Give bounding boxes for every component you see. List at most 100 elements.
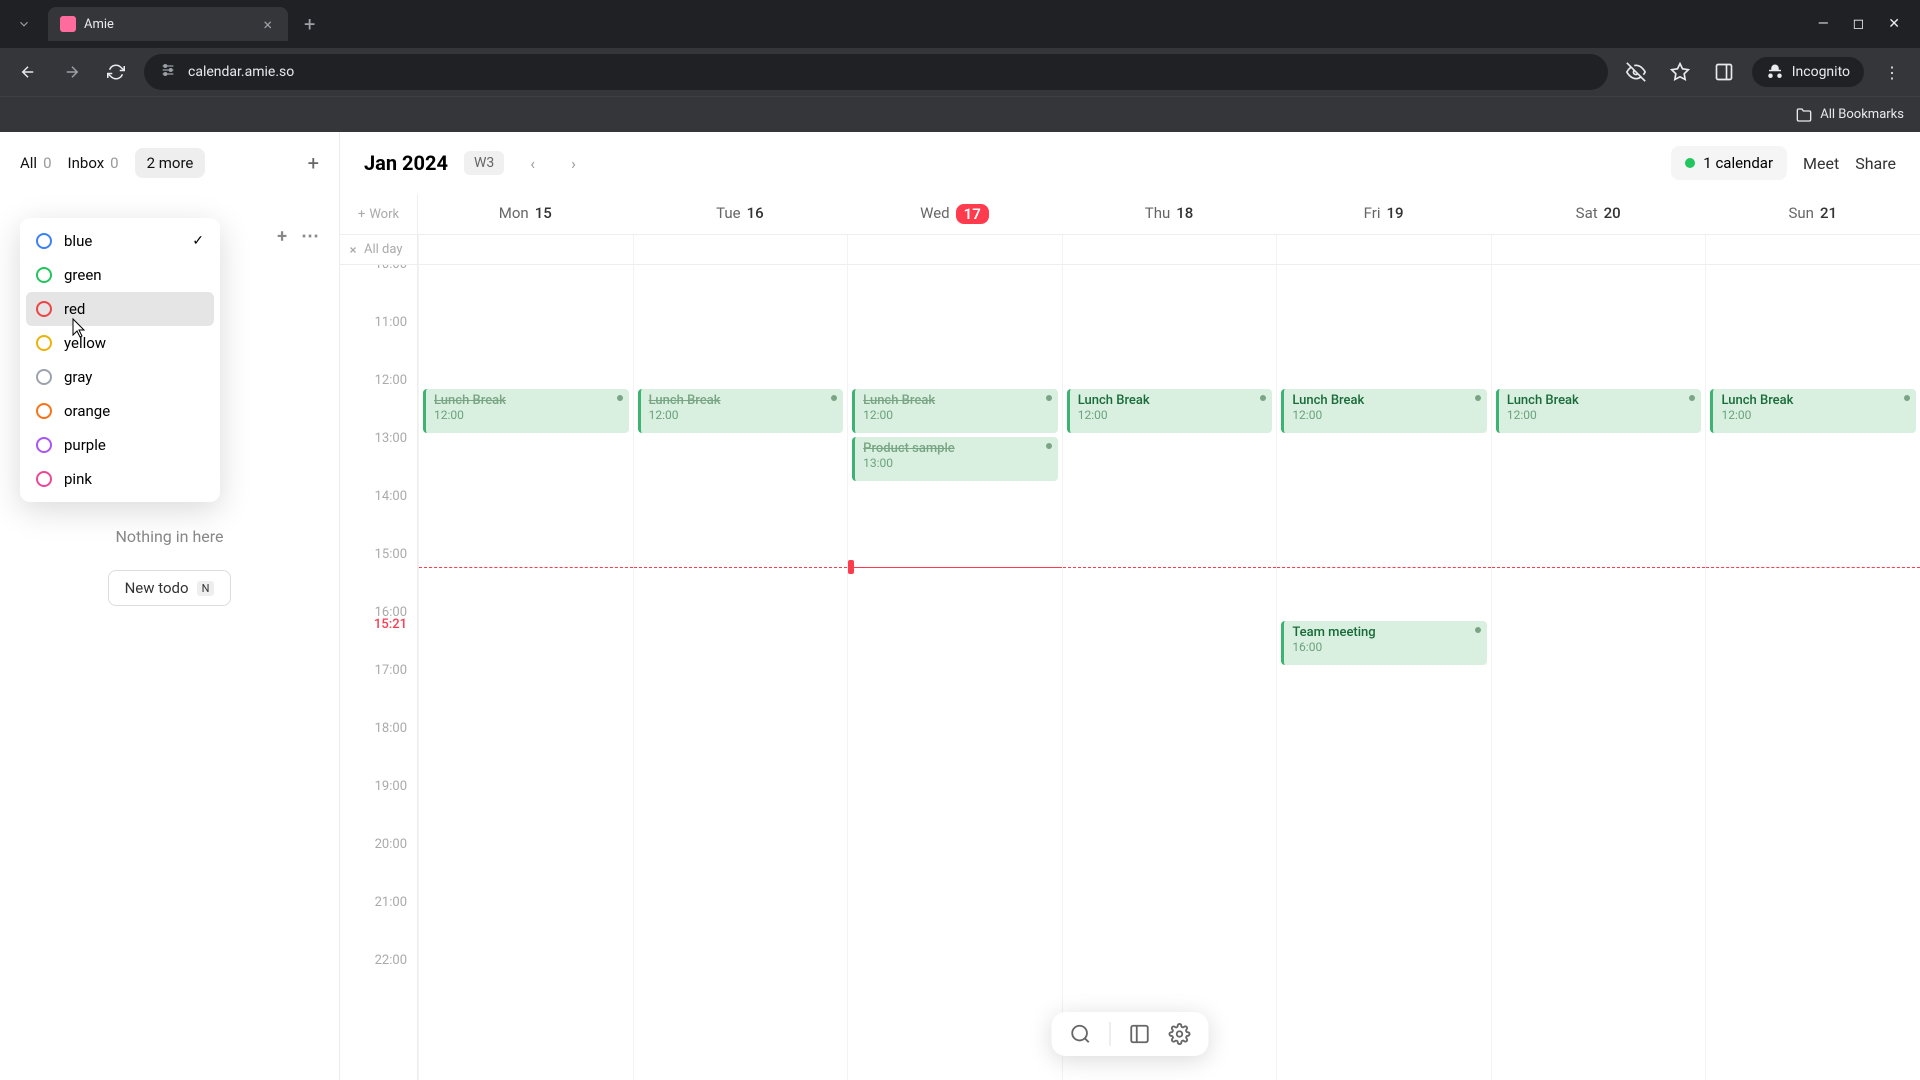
event-time: 12:00 [1078, 408, 1265, 422]
close-tab-icon[interactable]: × [259, 15, 276, 34]
sidebar-tab-more[interactable]: 2 more [135, 148, 206, 178]
allday-cell[interactable] [847, 235, 1062, 264]
event-dot-icon [1475, 627, 1481, 633]
event-dot-icon [1260, 395, 1266, 401]
color-option-pink[interactable]: pink [26, 462, 214, 496]
event-title: Lunch Break [1292, 393, 1479, 408]
day-header[interactable]: Tue16 [633, 194, 848, 234]
allday-cell[interactable] [1062, 235, 1277, 264]
address-bar[interactable]: calendar.amie.so [144, 54, 1608, 90]
time-label: 16:00 [340, 605, 417, 663]
close-allday-icon [348, 245, 358, 255]
bookmark-star-icon[interactable] [1664, 56, 1696, 88]
settings-icon[interactable] [1169, 1023, 1191, 1045]
color-swatch-icon [36, 335, 52, 351]
calendar-event[interactable]: Lunch Break12:00 [423, 389, 629, 433]
allday-cell[interactable] [418, 235, 633, 264]
calendar-event[interactable]: Product sample13:00 [852, 437, 1058, 481]
color-option-green[interactable]: green [26, 258, 214, 292]
day-header[interactable]: Sat20 [1491, 194, 1706, 234]
add-todo-icon[interactable]: + [277, 226, 287, 247]
day-column[interactable]: Lunch Break12:00 [418, 265, 633, 1080]
next-week-button[interactable]: › [561, 150, 586, 177]
day-header[interactable]: Sun21 [1705, 194, 1920, 234]
color-option-orange[interactable]: orange [26, 394, 214, 428]
toggle-sidebar-icon[interactable] [1129, 1023, 1151, 1045]
site-settings-icon[interactable] [160, 62, 176, 82]
allday-cell[interactable] [1491, 235, 1706, 264]
day-column[interactable]: Lunch Break12:00 [1062, 265, 1277, 1080]
all-bookmarks-link[interactable]: All Bookmarks [1796, 107, 1904, 123]
calendar-selector[interactable]: 1 calendar [1671, 146, 1787, 180]
back-button[interactable] [12, 56, 44, 88]
color-swatch-icon [36, 437, 52, 453]
day-column[interactable]: Lunch Break12:00 [1705, 265, 1920, 1080]
incognito-badge[interactable]: Incognito [1752, 57, 1864, 87]
day-header[interactable]: Mon15 [418, 194, 633, 234]
tab-search-dropdown[interactable] [8, 8, 40, 40]
menu-icon[interactable]: ⋮ [1876, 56, 1908, 88]
time-label: 20:00 [340, 837, 417, 895]
calendar-event[interactable]: Lunch Break12:00 [638, 389, 844, 433]
calendar-event[interactable]: Lunch Break12:00 [1496, 389, 1702, 433]
calendar-main: Jan 2024 W3 ‹ › 1 calendar Meet Share +W… [340, 132, 1920, 1080]
month-label: Jan 2024 [364, 151, 448, 175]
day-column[interactable]: Lunch Break12:00Product sample13:00 [847, 265, 1062, 1080]
sidebar-tab-all[interactable]: All 0 [20, 154, 52, 172]
side-panel-icon[interactable] [1708, 56, 1740, 88]
color-swatch-icon [36, 369, 52, 385]
eye-off-icon[interactable] [1620, 56, 1652, 88]
time-label: 11:00 [340, 315, 417, 373]
color-option-red[interactable]: red [26, 292, 214, 326]
browser-tab[interactable]: Amie × [48, 7, 288, 41]
reload-button[interactable] [100, 56, 132, 88]
event-time: 12:00 [1292, 408, 1479, 422]
day-header[interactable]: Wed17 [847, 194, 1062, 234]
minimize-window-icon[interactable]: — [1818, 16, 1829, 32]
calendar-event[interactable]: Lunch Break12:00 [1067, 389, 1273, 433]
list-menu-icon[interactable]: ⋯ [301, 226, 319, 247]
allday-label[interactable]: All day [340, 235, 418, 264]
event-title: Lunch Break [434, 393, 621, 408]
time-label: 21:00 [340, 895, 417, 953]
calendar-event[interactable]: Lunch Break12:00 [1710, 389, 1916, 433]
event-dot-icon [1475, 395, 1481, 401]
day-column[interactable]: Lunch Break12:00 [1491, 265, 1706, 1080]
now-indicator [1277, 567, 1491, 568]
now-indicator [419, 567, 633, 568]
day-header[interactable]: Fri19 [1276, 194, 1491, 234]
new-todo-button[interactable]: New todo N [108, 570, 232, 606]
close-window-icon[interactable]: ✕ [1888, 16, 1900, 32]
color-option-yellow[interactable]: yellow [26, 326, 214, 360]
forward-button[interactable] [56, 56, 88, 88]
event-time: 12:00 [1721, 408, 1908, 422]
check-icon: ✓ [192, 233, 204, 249]
day-column[interactable]: Lunch Break12:00 Team meeting16:00 [1276, 265, 1491, 1080]
color-swatch-icon [36, 301, 52, 317]
share-button[interactable]: Share [1855, 154, 1896, 173]
event-time: 12:00 [434, 408, 621, 422]
event-dot-icon [617, 395, 623, 401]
add-list-button[interactable]: + [308, 151, 319, 175]
calendar-event[interactable]: Lunch Break12:00 [1281, 389, 1487, 433]
allday-cell[interactable] [633, 235, 848, 264]
calendar-event[interactable]: Team meeting16:00 [1281, 621, 1487, 665]
prev-week-button[interactable]: ‹ [520, 150, 545, 177]
color-option-gray[interactable]: gray [26, 360, 214, 394]
meet-button[interactable]: Meet [1803, 154, 1839, 173]
color-option-blue[interactable]: blue✓ [26, 224, 214, 258]
day-column[interactable]: Lunch Break12:00 [633, 265, 848, 1080]
calendar-event[interactable]: Lunch Break12:00 [852, 389, 1058, 433]
maximize-window-icon[interactable]: ◻ [1853, 16, 1865, 32]
event-dot-icon [1689, 395, 1695, 401]
new-tab-button[interactable]: + [288, 12, 331, 36]
search-icon[interactable] [1070, 1023, 1092, 1045]
browser-tab-strip: Amie × + — ◻ ✕ [0, 0, 1920, 48]
allday-cell[interactable] [1276, 235, 1491, 264]
gutter-header[interactable]: +Work [340, 194, 418, 234]
sidebar-tab-inbox[interactable]: Inbox 0 [68, 154, 119, 172]
color-option-purple[interactable]: purple [26, 428, 214, 462]
day-header[interactable]: Thu18 [1062, 194, 1277, 234]
allday-cell[interactable] [1705, 235, 1920, 264]
color-label: red [64, 300, 85, 318]
